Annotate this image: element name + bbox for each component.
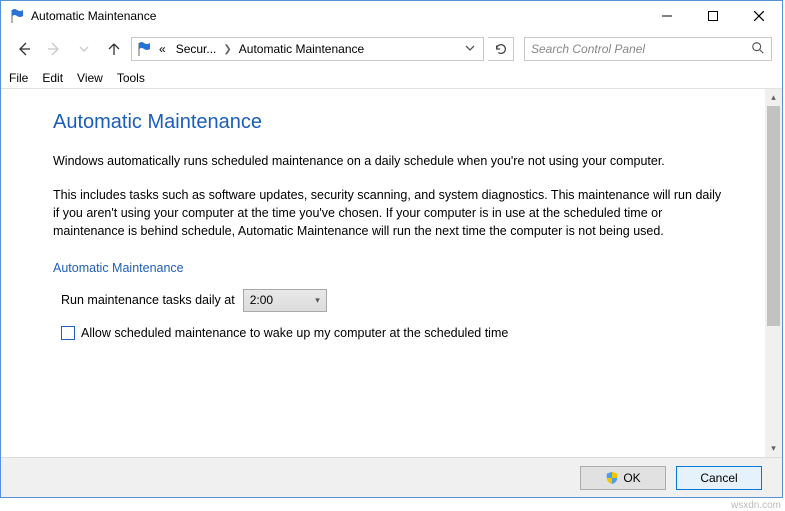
page-heading: Automatic Maintenance (53, 111, 725, 134)
footer-bar: OK Cancel (1, 457, 782, 497)
wake-checkbox[interactable] (61, 326, 75, 340)
ok-button-label: OK (623, 471, 640, 485)
address-history-dropdown[interactable] (461, 42, 479, 56)
search-icon[interactable] (751, 41, 765, 58)
breadcrumb-automatic-maintenance[interactable]: Automatic Maintenance (236, 42, 367, 56)
control-panel-flag-icon (136, 41, 152, 57)
detail-paragraph: This includes tasks such as software upd… (53, 186, 725, 240)
refresh-button[interactable] (488, 37, 514, 61)
maintenance-time-select[interactable]: 2:00 ▾ (243, 289, 327, 312)
wake-checkbox-label[interactable]: Allow scheduled maintenance to wake up m… (81, 326, 508, 340)
recent-locations-button[interactable] (71, 36, 97, 62)
content-pane: Automatic Maintenance Windows automatica… (1, 89, 765, 457)
back-button[interactable] (11, 36, 37, 62)
maintenance-time-value: 2:00 (250, 293, 273, 307)
cancel-button-label: Cancel (700, 471, 737, 485)
section-subheading: Automatic Maintenance (53, 261, 725, 275)
maintenance-time-row: Run maintenance tasks daily at 2:00 ▾ (53, 289, 725, 312)
maximize-button[interactable] (690, 1, 736, 31)
scrollbar-thumb[interactable] (767, 106, 780, 326)
titlebar: Automatic Maintenance (1, 1, 782, 31)
menu-view[interactable]: View (77, 71, 103, 85)
menu-bar: File Edit View Tools (1, 67, 782, 89)
scroll-up-arrow[interactable]: ▴ (765, 89, 782, 106)
vertical-scrollbar[interactable]: ▴ ▾ (765, 89, 782, 457)
search-box[interactable] (524, 37, 772, 61)
forward-button[interactable] (41, 36, 67, 62)
search-input[interactable] (531, 42, 751, 56)
minimize-button[interactable] (644, 1, 690, 31)
window-controls (644, 1, 782, 31)
maintenance-time-label: Run maintenance tasks daily at (61, 293, 235, 307)
close-button[interactable] (736, 1, 782, 31)
ok-button[interactable]: OK (580, 466, 666, 490)
chevron-down-icon: ▾ (315, 295, 320, 306)
address-bar[interactable]: « Secur... ❯ Automatic Maintenance (131, 37, 484, 61)
menu-tools[interactable]: Tools (117, 71, 145, 85)
intro-paragraph: Windows automatically runs scheduled mai… (53, 152, 725, 170)
attribution-text: wsxdn.com (731, 500, 781, 511)
chevron-right-icon[interactable]: ❯ (223, 44, 231, 55)
breadcrumb-prefix: « (156, 42, 169, 56)
menu-edit[interactable]: Edit (42, 71, 63, 85)
scroll-down-arrow[interactable]: ▾ (765, 440, 782, 457)
uac-shield-icon (605, 471, 619, 485)
navigation-row: « Secur... ❯ Automatic Maintenance (1, 31, 782, 67)
wake-checkbox-row: Allow scheduled maintenance to wake up m… (53, 326, 725, 340)
control-panel-flag-icon (9, 8, 25, 24)
window-title: Automatic Maintenance (31, 9, 156, 23)
menu-file[interactable]: File (9, 71, 28, 85)
breadcrumb-security[interactable]: Secur... (173, 42, 220, 56)
cancel-button[interactable]: Cancel (676, 466, 762, 490)
up-button[interactable] (101, 36, 127, 62)
